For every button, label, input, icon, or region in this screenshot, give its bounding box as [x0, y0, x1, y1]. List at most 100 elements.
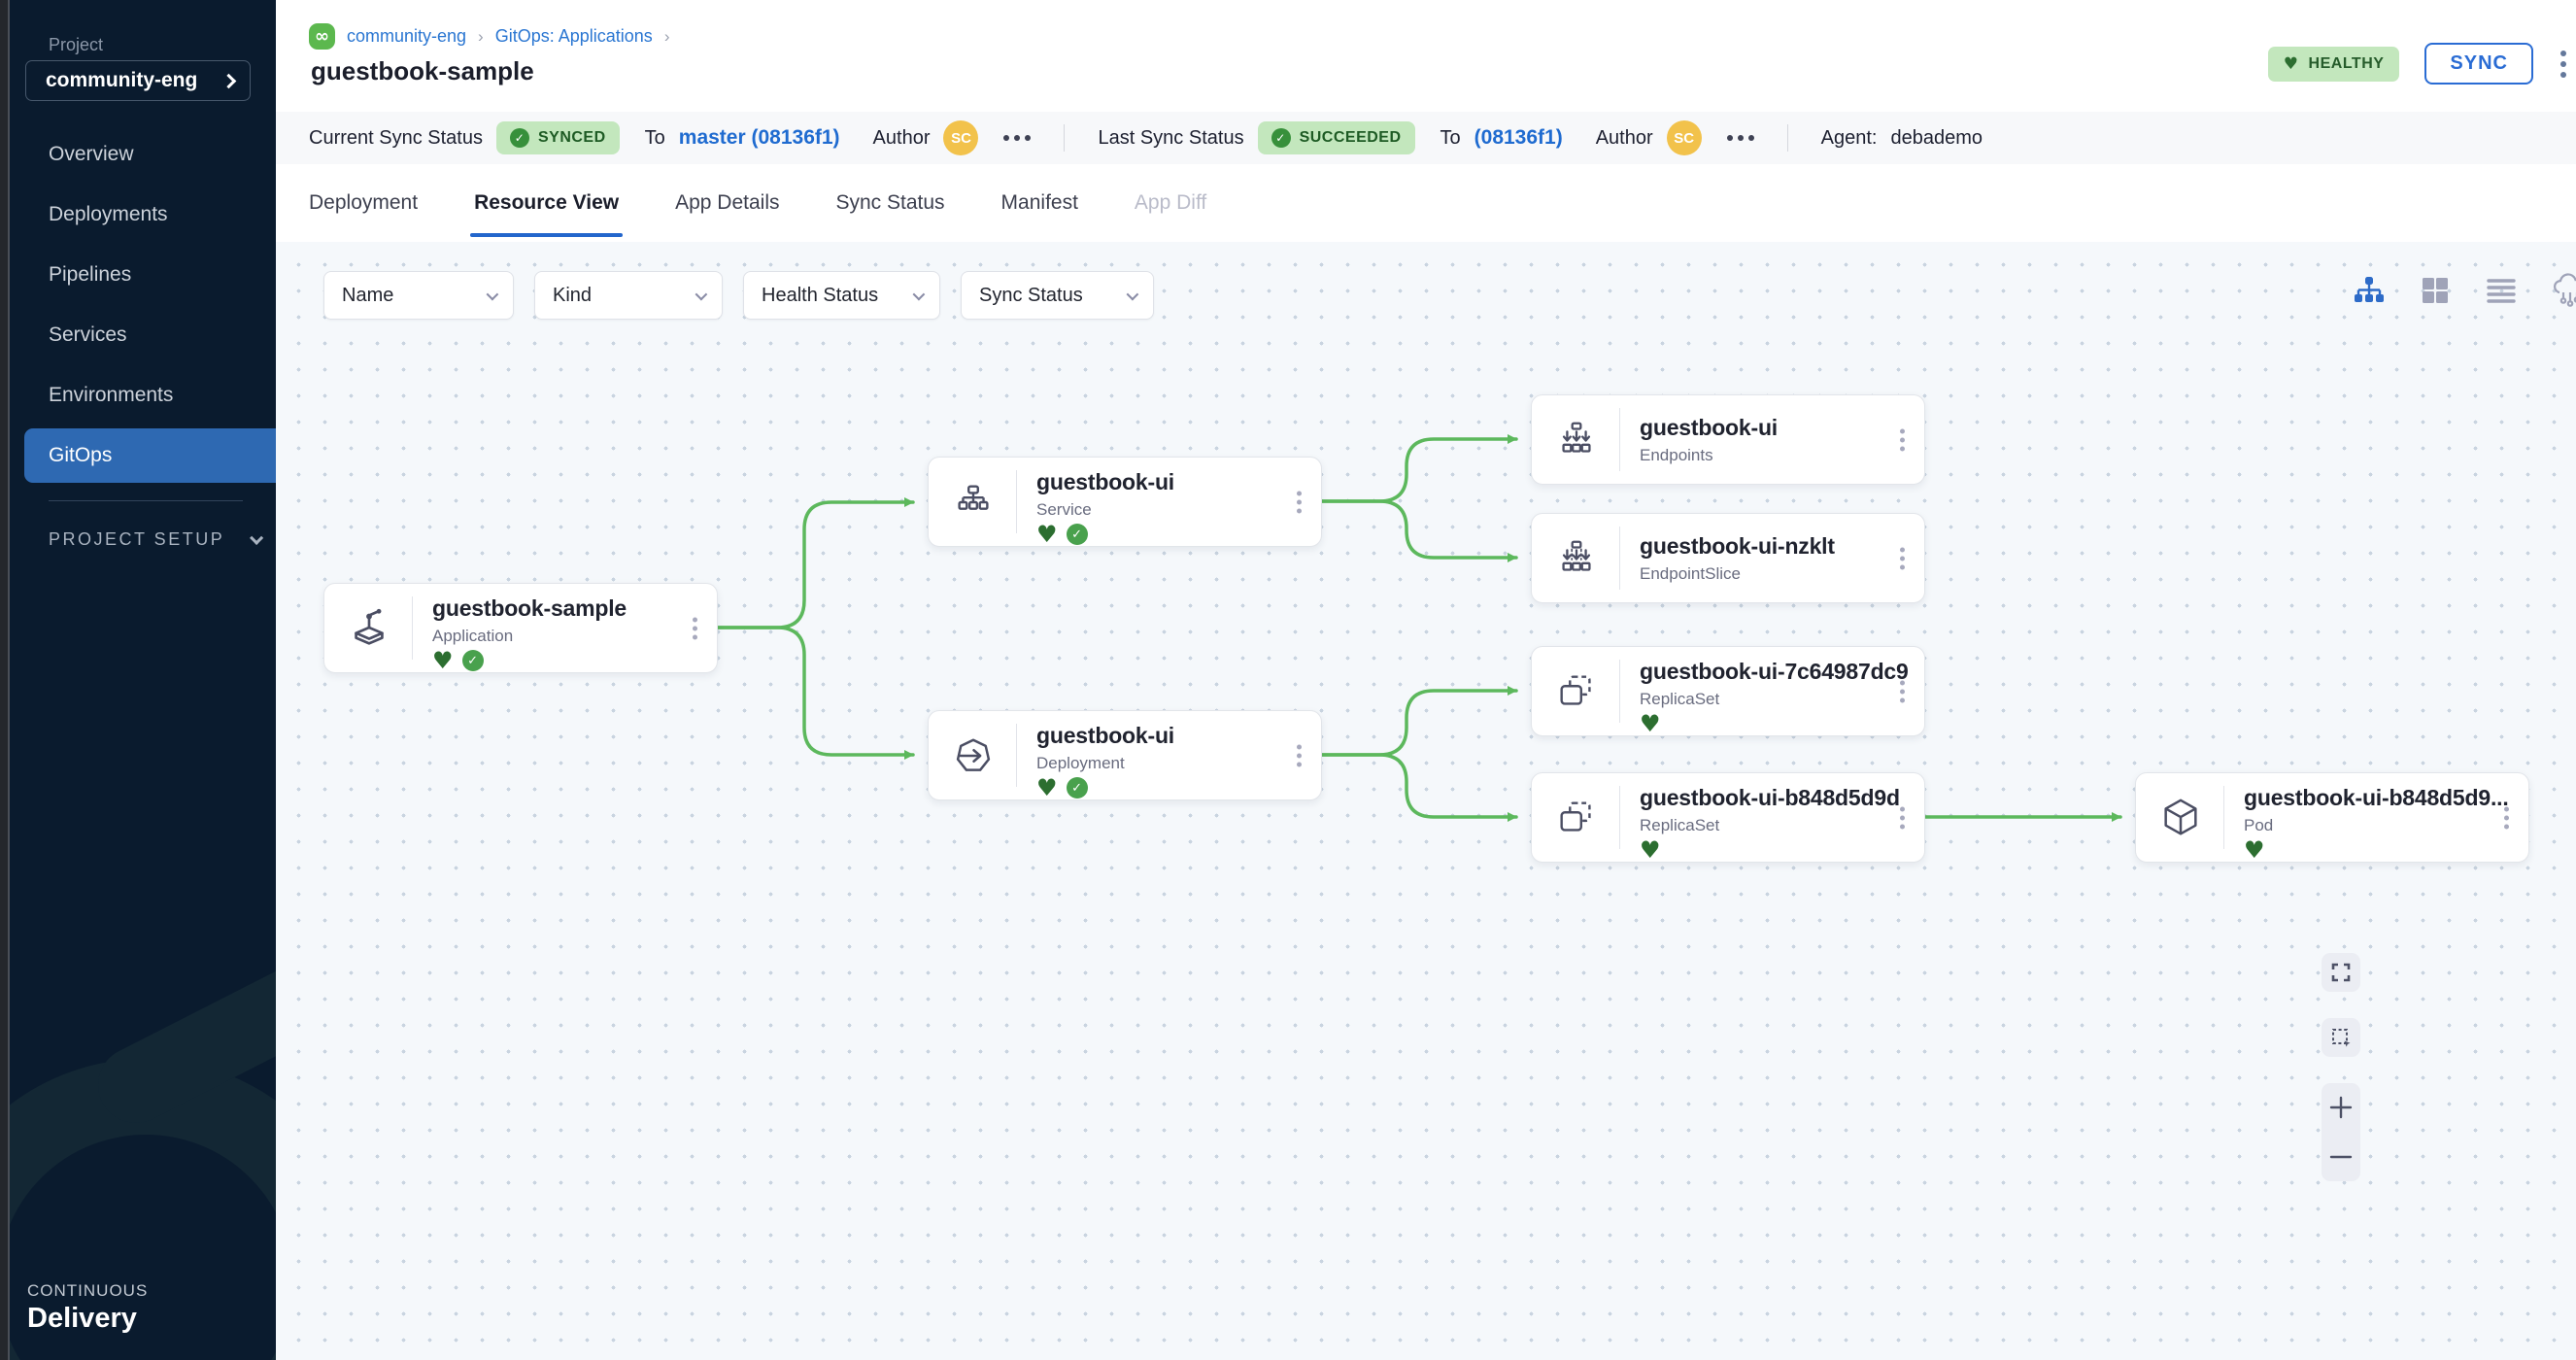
- service-icon: [929, 458, 1017, 546]
- breadcrumb-applications-link[interactable]: GitOps: Applications: [495, 26, 653, 47]
- author-label: Author: [873, 127, 931, 150]
- resource-node-title: guestbook-ui: [1036, 723, 1321, 749]
- synced-check-icon: ✓: [1067, 524, 1088, 545]
- separator: [1064, 124, 1065, 152]
- sidebar-item-services[interactable]: Services: [0, 305, 276, 365]
- sidebar-item-label: Overview: [49, 143, 134, 166]
- edge-deployment-replicaset2: [1322, 755, 1516, 817]
- fullscreen-button[interactable]: [2322, 953, 2360, 992]
- breadcrumb: ∞ community-eng › GitOps: Applications ›: [309, 23, 669, 50]
- node-menu-button[interactable]: [1896, 543, 1909, 573]
- sync-status-filter-dropdown[interactable]: Sync Status: [961, 271, 1154, 320]
- tree-view-icon[interactable]: [2353, 274, 2386, 307]
- chevron-down-icon: [1127, 288, 1139, 300]
- tab-bar: Deployment Resource View App Details Syn…: [276, 164, 2576, 242]
- sidebar-item-label: Pipelines: [49, 263, 131, 287]
- resource-node-pod[interactable]: guestbook-ui-b848d5d9... Pod ♥: [2135, 772, 2529, 863]
- resource-node-kind: Endpoints: [1640, 446, 1924, 465]
- node-menu-button[interactable]: [1896, 425, 1909, 455]
- agent-name: debademo: [1890, 127, 1983, 150]
- current-target-revision-link[interactable]: master (08136f1): [679, 126, 840, 150]
- edge-app-deployment: [718, 628, 913, 755]
- project-selector[interactable]: community-eng: [25, 60, 251, 101]
- edge-app-service: [718, 502, 913, 628]
- tab-manifest[interactable]: Manifest: [1001, 164, 1078, 242]
- healthy-heart-icon: ♥: [1036, 523, 1058, 546]
- name-filter-dropdown[interactable]: Name: [323, 271, 514, 320]
- resource-node-title: guestbook-ui-b848d5d9d: [1640, 785, 1924, 811]
- chevron-down-icon: [913, 288, 926, 300]
- resource-node-replicaset-2[interactable]: guestbook-ui-b848d5d9d ReplicaSet ♥: [1531, 772, 1925, 863]
- grid-view-icon[interactable]: [2419, 274, 2452, 307]
- succeeded-badge: ✓ SUCCEEDED: [1258, 121, 1415, 154]
- list-view-icon[interactable]: [2485, 274, 2518, 307]
- module-brand: CONTINUOUS Delivery: [27, 1281, 148, 1335]
- sync-status-bar: Current Sync Status ✓ SYNCED To master (…: [276, 112, 2576, 164]
- marquee-select-button[interactable]: [2322, 1018, 2360, 1057]
- more-info-button[interactable]: [1003, 135, 1031, 141]
- separator: [1787, 124, 1788, 152]
- tab-sync-status[interactable]: Sync Status: [835, 164, 944, 242]
- resource-node-deployment[interactable]: guestbook-ui Deployment ♥ ✓: [928, 710, 1322, 800]
- author-avatar[interactable]: SC: [1667, 120, 1702, 155]
- synced-check-icon: ✓: [462, 650, 484, 671]
- resource-node-kind: Deployment: [1036, 754, 1321, 773]
- resource-node-endpoints[interactable]: guestbook-ui Endpoints: [1531, 394, 1925, 485]
- healthy-heart-icon: ♥: [1640, 838, 1661, 862]
- endpoints-icon: [1532, 395, 1620, 484]
- node-menu-button[interactable]: [1293, 487, 1305, 517]
- node-menu-button[interactable]: [1896, 802, 1909, 833]
- resource-node-application[interactable]: guestbook-sample Application ♥ ✓: [323, 583, 718, 673]
- resource-node-title: guestbook-ui-nzklt: [1640, 533, 1924, 560]
- sidebar-item-gitops[interactable]: GitOps: [24, 428, 276, 483]
- health-badge-label: HEALTHY: [2309, 55, 2385, 73]
- healthy-heart-icon: ♥: [1640, 712, 1661, 735]
- breadcrumb-project-link[interactable]: community-eng: [347, 26, 466, 47]
- kind-filter-dropdown[interactable]: Kind: [534, 271, 723, 320]
- app-menu-kebab-button[interactable]: [2559, 49, 2568, 80]
- sidebar-item-label: Services: [49, 323, 127, 347]
- node-menu-button[interactable]: [1293, 740, 1305, 770]
- chevron-down-icon: [695, 288, 708, 300]
- agent-label: Agent:: [1821, 127, 1878, 150]
- replicaset-icon: [1532, 647, 1620, 735]
- node-menu-button[interactable]: [1896, 676, 1909, 706]
- project-label: Project: [49, 35, 103, 55]
- sidebar-item-pipelines[interactable]: Pipelines: [0, 245, 276, 305]
- sidebar-item-environments[interactable]: Environments: [0, 365, 276, 425]
- endpointslice-icon: [1532, 514, 1620, 602]
- tab-app-details[interactable]: App Details: [675, 164, 779, 242]
- brand-line1: CONTINUOUS: [27, 1281, 148, 1301]
- brand-line2: Delivery: [27, 1303, 148, 1335]
- last-target-revision-link[interactable]: (08136f1): [1474, 126, 1563, 150]
- resource-node-service[interactable]: guestbook-ui Service ♥ ✓: [928, 457, 1322, 547]
- resource-graph-canvas[interactable]: Name Kind Health Status Sync Status: [276, 242, 2576, 1360]
- resource-node-kind: Pod: [2244, 816, 2528, 835]
- sidebar-item-deployments[interactable]: Deployments: [0, 185, 276, 245]
- sidebar-nav: Overview Deployments Pipelines Services …: [0, 124, 276, 486]
- tab-deployment[interactable]: Deployment: [309, 164, 418, 242]
- filter-bar: Name Kind Health Status Sync Status: [323, 271, 1154, 320]
- author-avatar[interactable]: SC: [943, 120, 978, 155]
- resource-node-endpointslice[interactable]: guestbook-ui-nzklt EndpointSlice: [1531, 513, 1925, 603]
- replicaset-icon: [1532, 773, 1620, 862]
- node-menu-button[interactable]: [689, 613, 701, 643]
- node-menu-button[interactable]: [2500, 802, 2513, 833]
- project-setup-toggle[interactable]: PROJECT SETUP: [49, 529, 259, 550]
- sidebar-item-label: GitOps: [49, 444, 112, 467]
- last-sync-label: Last Sync Status: [1098, 127, 1243, 150]
- sync-button[interactable]: SYNC: [2424, 43, 2533, 85]
- sidebar-item-label: Deployments: [49, 203, 168, 226]
- breadcrumb-separator: ›: [664, 27, 670, 47]
- resource-node-kind: ReplicaSet: [1640, 816, 1924, 835]
- resource-node-kind: ReplicaSet: [1640, 690, 1924, 709]
- sidebar-divider: [49, 500, 243, 501]
- sidebar-item-overview[interactable]: Overview: [0, 124, 276, 185]
- zoom-out-button[interactable]: [2328, 1144, 2354, 1170]
- tab-resource-view[interactable]: Resource View: [474, 164, 619, 242]
- cluster-view-icon[interactable]: [2551, 271, 2576, 310]
- zoom-in-button[interactable]: [2328, 1095, 2354, 1120]
- health-status-filter-dropdown[interactable]: Health Status: [743, 271, 940, 320]
- resource-node-replicaset-1[interactable]: guestbook-ui-7c64987dc9 ReplicaSet ♥: [1531, 646, 1925, 736]
- more-info-button[interactable]: [1727, 135, 1754, 141]
